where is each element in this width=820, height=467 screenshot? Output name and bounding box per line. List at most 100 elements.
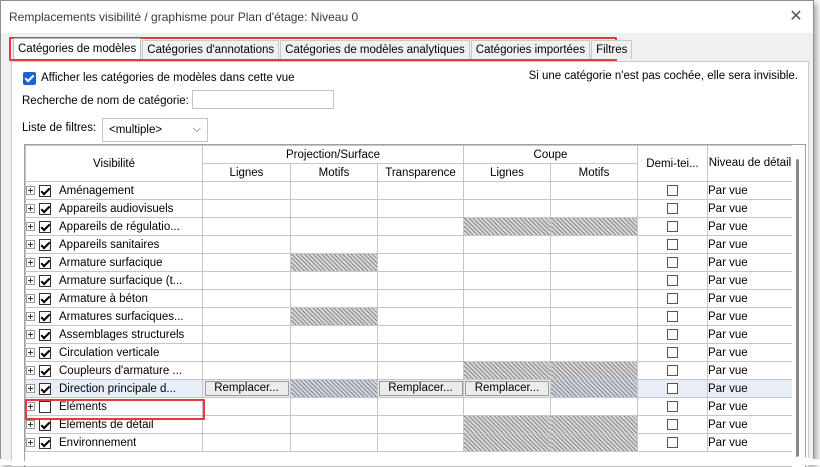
cell-detail-level[interactable]: Par vue xyxy=(707,199,793,218)
cell-section-lines[interactable] xyxy=(463,307,551,326)
cell-halftone[interactable] xyxy=(637,271,708,290)
cell-detail-level[interactable]: Par vue xyxy=(707,397,793,416)
show-categories-option[interactable]: Afficher les catégories de modèles dans … xyxy=(23,70,295,86)
cell-proj-patterns[interactable] xyxy=(290,199,378,218)
expand-icon[interactable] xyxy=(26,420,35,429)
cell-detail-level[interactable]: Par vue xyxy=(707,343,793,362)
cell-section-patterns[interactable] xyxy=(550,289,638,308)
category-name-cell[interactable]: Aménagement xyxy=(25,181,203,200)
cell-halftone[interactable] xyxy=(637,289,708,308)
tab-imported-categories[interactable]: Catégories importées xyxy=(470,40,591,59)
cell-proj-patterns[interactable] xyxy=(290,289,378,308)
cell-proj-patterns[interactable] xyxy=(290,181,378,200)
category-name-cell[interactable]: Coupleurs d'armature ... xyxy=(25,361,203,380)
cell-proj-transparency[interactable] xyxy=(377,325,464,344)
cell-proj-patterns[interactable] xyxy=(290,325,378,344)
cell-section-patterns[interactable] xyxy=(550,253,638,272)
cell-section-patterns[interactable] xyxy=(550,397,638,416)
cell-proj-lines[interactable] xyxy=(202,271,291,290)
cell-detail-level[interactable]: Par vue xyxy=(707,361,793,380)
table-row[interactable]: Circulation verticale Par vue xyxy=(25,343,793,362)
cell-proj-lines[interactable] xyxy=(202,253,291,272)
category-name-cell[interactable]: Appareils audiovisuels xyxy=(25,199,203,218)
category-name-cell[interactable]: Eléments xyxy=(25,397,203,416)
cell-proj-lines[interactable] xyxy=(202,181,291,200)
halftone-checkbox[interactable] xyxy=(667,419,678,430)
filter-list-select[interactable]: <multiple> ⌵ xyxy=(102,118,208,142)
cell-halftone[interactable] xyxy=(637,217,708,236)
expand-icon[interactable] xyxy=(26,348,35,357)
halftone-checkbox[interactable] xyxy=(667,329,678,340)
expand-icon[interactable] xyxy=(26,438,35,447)
halftone-checkbox[interactable] xyxy=(667,239,678,250)
category-name-cell[interactable]: Armature à béton xyxy=(25,289,203,308)
cell-section-lines[interactable]: Remplacer... xyxy=(463,379,551,398)
table-row[interactable]: Eléments Par vue xyxy=(25,397,793,416)
col-detail-level[interactable]: Niveau de détail xyxy=(707,145,793,182)
halftone-checkbox[interactable] xyxy=(667,437,678,448)
cell-detail-level[interactable]: Par vue xyxy=(707,307,793,326)
table-row[interactable]: Armatures surfaciques... Par vue xyxy=(25,307,793,326)
replace-button[interactable]: Remplacer... xyxy=(378,381,463,396)
category-name-cell[interactable]: Circulation verticale xyxy=(25,343,203,362)
cell-section-patterns[interactable] xyxy=(550,379,638,398)
cell-proj-lines[interactable]: Remplacer... xyxy=(202,379,291,398)
cell-section-patterns[interactable] xyxy=(550,343,638,362)
show-categories-checkbox[interactable] xyxy=(23,71,36,85)
cell-halftone[interactable] xyxy=(637,379,708,398)
halftone-checkbox[interactable] xyxy=(667,311,678,322)
cell-section-lines[interactable] xyxy=(463,289,551,308)
cell-detail-level[interactable]: Par vue xyxy=(707,253,793,272)
cell-halftone[interactable] xyxy=(637,415,708,434)
cell-proj-lines[interactable] xyxy=(202,235,291,254)
cell-halftone[interactable] xyxy=(637,253,708,272)
table-row[interactable]: Armature surfacique (t... Par vue xyxy=(25,271,793,290)
cell-detail-level[interactable]: Par vue xyxy=(707,325,793,344)
cell-proj-transparency[interactable] xyxy=(377,253,464,272)
cell-proj-lines[interactable] xyxy=(202,325,291,344)
cell-detail-level[interactable]: Par vue xyxy=(707,415,793,434)
visibility-checkbox[interactable] xyxy=(39,382,51,395)
cell-proj-transparency[interactable]: Remplacer... xyxy=(377,379,464,398)
cell-proj-lines[interactable] xyxy=(202,343,291,362)
replace-button[interactable]: Remplacer... xyxy=(204,381,289,396)
cell-proj-patterns[interactable] xyxy=(290,379,378,398)
cell-proj-transparency[interactable] xyxy=(377,307,464,326)
table-row[interactable]: Direction principale d... Remplacer... Rem… xyxy=(25,379,793,398)
cell-proj-transparency[interactable] xyxy=(377,397,464,416)
cell-proj-patterns[interactable] xyxy=(290,397,378,416)
cell-proj-patterns[interactable] xyxy=(290,271,378,290)
cell-section-patterns[interactable] xyxy=(550,199,638,218)
category-name-cell[interactable]: Appareils de régulatio... xyxy=(25,217,203,236)
cell-proj-transparency[interactable] xyxy=(377,199,464,218)
halftone-checkbox[interactable] xyxy=(667,401,678,412)
cell-proj-patterns[interactable] xyxy=(290,343,378,362)
expand-icon[interactable] xyxy=(26,222,35,231)
expand-icon[interactable] xyxy=(26,294,35,303)
visibility-checkbox[interactable] xyxy=(39,418,51,431)
cell-detail-level[interactable]: Par vue xyxy=(707,379,793,398)
halftone-checkbox[interactable] xyxy=(667,293,678,304)
table-row[interactable]: Aménagement Par vue xyxy=(25,181,793,200)
cell-proj-transparency[interactable] xyxy=(377,271,464,290)
cell-proj-lines[interactable] xyxy=(202,289,291,308)
tab-model-categories[interactable]: Catégories de modèles xyxy=(13,38,142,59)
tab-annotation-categories[interactable]: Catégories d'annotations xyxy=(142,40,280,59)
expand-icon[interactable] xyxy=(26,258,35,267)
cell-halftone[interactable] xyxy=(637,235,708,254)
cell-section-lines[interactable] xyxy=(463,343,551,362)
table-row[interactable]: Appareils de régulatio... Par vue xyxy=(25,217,793,236)
category-name-cell[interactable]: Armatures surfaciques... xyxy=(25,307,203,326)
cell-halftone[interactable] xyxy=(637,181,708,200)
cell-halftone[interactable] xyxy=(637,397,708,416)
cell-proj-patterns[interactable] xyxy=(290,235,378,254)
cell-section-lines[interactable] xyxy=(463,415,551,434)
expand-icon[interactable] xyxy=(26,240,35,249)
cell-section-patterns[interactable] xyxy=(550,361,638,380)
visibility-checkbox[interactable] xyxy=(39,238,51,251)
expand-icon[interactable] xyxy=(26,402,35,411)
vertical-scrollbar[interactable] xyxy=(792,145,805,467)
expand-icon[interactable] xyxy=(26,312,35,321)
expand-icon[interactable] xyxy=(26,330,35,339)
cell-section-patterns[interactable] xyxy=(550,325,638,344)
